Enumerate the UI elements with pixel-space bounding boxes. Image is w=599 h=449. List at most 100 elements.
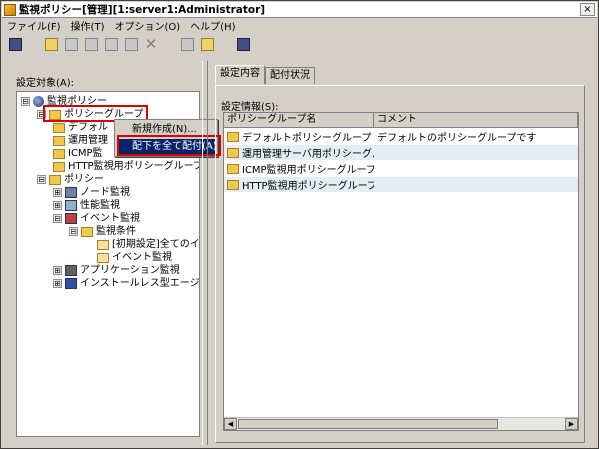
menu-options[interactable]: オプション(O) xyxy=(109,18,185,33)
list-header: ポリシーグループ名 コメント xyxy=(224,113,578,128)
deploy-button[interactable] xyxy=(234,35,252,53)
row-name: ICMP監視用ポリシーグループ xyxy=(242,165,374,176)
list-row[interactable]: HTTP監視用ポリシーグループ xyxy=(224,177,578,192)
policy-group-list[interactable]: ポリシーグループ名 コメント デフォルトポリシーグループ デフォルトのポリシーグ… xyxy=(223,112,579,431)
settings-info-label: 設定情報(S): xyxy=(221,102,279,113)
tree-item-agentless[interactable]: ⊞ インストールレス型エージ xyxy=(53,277,200,290)
agentless-icon xyxy=(65,278,77,289)
list-row[interactable]: 運用管理サーバ用ポリシーグ... xyxy=(224,145,578,160)
tree-item-label: イベント監視 xyxy=(80,213,140,224)
folder-icon xyxy=(227,131,239,142)
paste-icon xyxy=(124,37,138,51)
tree-item-policy[interactable]: ⊟ ポリシー xyxy=(37,173,104,186)
tree-item-application-monitoring[interactable]: ⊞ アプリケーション監視 xyxy=(53,264,180,277)
export-icon xyxy=(200,37,214,51)
tree-item-node-monitoring[interactable]: ⊞ ノード監視 xyxy=(53,186,130,199)
tree-item-label: 監視条件 xyxy=(96,226,136,237)
tree-item-label: アプリケーション監視 xyxy=(80,265,180,276)
folder-icon xyxy=(81,226,93,237)
deploy-icon xyxy=(236,37,250,51)
tree-item-label: ポリシー xyxy=(64,174,104,185)
tree-item-label: 運用管理 xyxy=(68,135,108,146)
menu-operation[interactable]: 操作(T) xyxy=(66,18,110,33)
collapse-icon[interactable]: ⊟ xyxy=(53,214,62,223)
window-title: 監視ポリシー[管理][1:server1:Administrator] xyxy=(19,4,266,16)
list-row[interactable]: デフォルトポリシーグループ デフォルトのポリシーグループです xyxy=(224,129,578,144)
scrollbar-thumb[interactable] xyxy=(238,419,498,429)
tree-item-label: HTTP監視用ポリシーグループ xyxy=(68,161,200,172)
property-icon xyxy=(8,37,22,51)
tab-deployment-status[interactable]: 配付状況 xyxy=(265,67,315,84)
folder-icon xyxy=(53,148,65,159)
tree-item-mgmt-group[interactable]: 運用管理 xyxy=(53,134,108,147)
folder-icon xyxy=(227,179,239,190)
collapse-icon[interactable]: ⊟ xyxy=(69,227,78,236)
close-button[interactable]: × xyxy=(580,3,595,16)
expand-icon[interactable]: ⊞ xyxy=(53,279,62,288)
property-button[interactable] xyxy=(6,35,24,53)
tree-item-label: [初期設定]全てのイ xyxy=(112,239,200,250)
folder-icon xyxy=(53,161,65,172)
toolbar: ✕ xyxy=(2,33,597,55)
chart-icon xyxy=(65,200,77,211)
menu-file[interactable]: ファイル(F) xyxy=(2,18,66,33)
expand-icon[interactable]: ⊞ xyxy=(53,201,62,210)
tree-item-label: 性能監視 xyxy=(80,200,120,211)
new-policy-button[interactable] xyxy=(62,35,80,53)
folder-icon xyxy=(53,135,65,146)
column-header-comment[interactable]: コメント xyxy=(374,113,578,128)
tree-item-performance-monitoring[interactable]: ⊞ 性能監視 xyxy=(53,199,120,212)
tree-item-label: インストールレス型エージ xyxy=(80,278,200,289)
tree-item-label: デフォル xyxy=(68,122,108,133)
import-icon xyxy=(180,37,194,51)
folder-icon xyxy=(227,147,239,158)
delete-icon: ✕ xyxy=(144,35,158,53)
scroll-left-icon[interactable]: ◀ xyxy=(224,418,237,430)
horizontal-scrollbar[interactable]: ◀ ▶ xyxy=(224,417,578,430)
tree-item-monitor-conditions[interactable]: ⊟ 監視条件 xyxy=(69,225,136,238)
import-button[interactable] xyxy=(178,35,196,53)
expand-icon[interactable]: ⊞ xyxy=(53,188,62,197)
new-policy-icon xyxy=(64,37,78,51)
copy-icon xyxy=(104,37,118,51)
main-window: 監視ポリシー[管理][1:server1:Administrator] × ファ… xyxy=(0,0,599,449)
doc-icon xyxy=(97,252,109,263)
tree-item-icmp-group[interactable]: ICMP監 xyxy=(53,147,103,160)
paste-button[interactable] xyxy=(122,35,140,53)
tree-item-initial-settings[interactable]: [初期設定]全てのイ xyxy=(97,238,200,251)
copy-button[interactable] xyxy=(102,35,120,53)
new-folder-button[interactable] xyxy=(42,35,60,53)
list-row[interactable]: ICMP監視用ポリシーグループ xyxy=(224,161,578,176)
column-header-name[interactable]: ポリシーグループ名 xyxy=(224,113,374,128)
new-folder-icon xyxy=(44,37,58,51)
tree-item-label: ノード監視 xyxy=(80,187,130,198)
menu-bar: ファイル(F) 操作(T) オプション(O) ヘルプ(H) xyxy=(2,18,597,33)
node-icon xyxy=(65,187,77,198)
folder-icon xyxy=(53,122,65,133)
tree-item-event-monitoring[interactable]: ⊟ イベント監視 xyxy=(53,212,140,225)
tree-item-http-group[interactable]: HTTP監視用ポリシーグループ xyxy=(53,160,200,173)
tree-item-label: イベント監視 xyxy=(112,252,172,263)
collapse-icon[interactable]: ⊟ xyxy=(37,175,46,184)
folder-icon xyxy=(227,163,239,174)
doc-icon xyxy=(97,239,109,250)
tree-item-default-group[interactable]: デフォル xyxy=(53,121,108,134)
edit-button[interactable] xyxy=(82,35,100,53)
export-button[interactable] xyxy=(198,35,216,53)
pane-splitter[interactable] xyxy=(202,61,208,445)
tree-item-label: ICMP監 xyxy=(68,148,103,159)
row-name: 運用管理サーバ用ポリシーグ... xyxy=(242,149,374,160)
delete-button[interactable]: ✕ xyxy=(142,35,160,53)
collapse-icon[interactable]: ⊟ xyxy=(21,97,30,106)
row-name: HTTP監視用ポリシーグループ xyxy=(242,181,374,192)
tab-settings[interactable]: 設定内容 xyxy=(215,65,265,84)
tree-item-event-monitor-doc[interactable]: イベント監視 xyxy=(97,251,172,264)
event-icon xyxy=(65,213,77,224)
row-comment: デフォルトのポリシーグループです xyxy=(377,133,537,144)
edit-icon xyxy=(84,37,98,51)
folder-icon xyxy=(49,174,61,185)
menu-help[interactable]: ヘルプ(H) xyxy=(185,18,240,33)
app-icon xyxy=(4,3,16,16)
expand-icon[interactable]: ⊞ xyxy=(53,266,62,275)
scroll-right-icon[interactable]: ▶ xyxy=(565,418,578,430)
